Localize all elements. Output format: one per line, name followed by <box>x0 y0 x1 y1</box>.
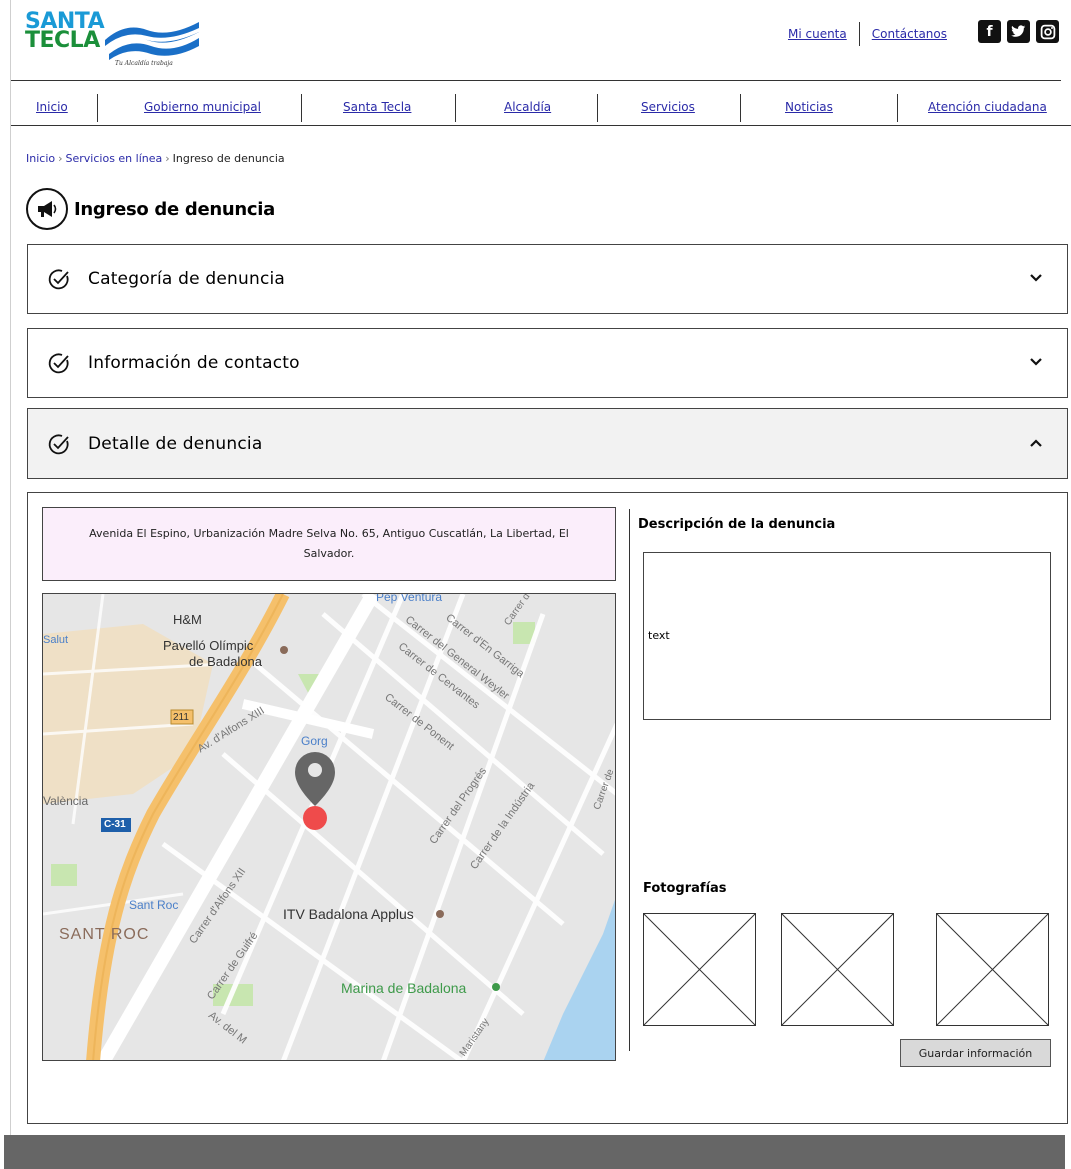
facebook-icon[interactable]: f <box>978 20 1001 43</box>
logo-line-2: TECLA <box>25 28 100 53</box>
accordion-categoria[interactable]: Categoría de denuncia <box>27 244 1068 314</box>
main-nav: Inicio Gobierno municipal Santa Tecla Al… <box>11 92 1071 122</box>
breadcrumb-servicios-en-linea[interactable]: Servicios en línea <box>66 152 163 165</box>
breadcrumb: Inicio › Servicios en línea › Ingreso de den… <box>26 152 285 165</box>
accordion-detalle-denuncia[interactable]: Detalle de denuncia <box>27 408 1068 479</box>
logo-tagline: Tu Alcaldía trabaja <box>115 60 173 67</box>
instagram-icon[interactable] <box>1036 20 1059 43</box>
divider <box>740 94 741 122</box>
map-label: ITV Badalona Applus <box>283 906 414 922</box>
my-account-link[interactable]: Mi cuenta <box>776 27 859 41</box>
accordion-label: Información de contacto <box>88 353 300 373</box>
map-label: Sant Roc <box>129 898 179 912</box>
photos-label: Fotografías <box>643 881 727 896</box>
nav-item-atencion-ciudadana[interactable]: Atención ciudadana <box>928 100 1047 114</box>
map-label: de Badalona <box>189 654 263 669</box>
breadcrumb-separator: › <box>58 152 63 165</box>
page-title: Ingreso de denuncia <box>74 198 276 220</box>
divider <box>629 509 630 1051</box>
santa-tecla-logo[interactable]: SANTA TECLA Tu Alcaldía trabaja <box>25 11 200 74</box>
save-button[interactable]: Guardar información <box>900 1039 1051 1067</box>
map-label: Pavelló Olímpic <box>163 638 254 653</box>
breadcrumb-current: Ingreso de denuncia <box>172 152 285 165</box>
breadcrumb-inicio[interactable]: Inicio <box>26 152 55 165</box>
map-label: 211 <box>173 712 189 723</box>
divider <box>597 94 598 122</box>
check-circle-icon <box>48 353 69 374</box>
logo-wordmark: SANTA TECLA <box>25 11 105 53</box>
nav-item-gobierno-municipal[interactable]: Gobierno municipal <box>144 100 261 114</box>
map-label: C-31 <box>104 819 126 830</box>
description-label: Descripción de la denuncia <box>638 517 836 532</box>
location-map[interactable]: Pep Ventura H&M Salut Pavelló Olímpic de… <box>42 593 616 1061</box>
nav-item-noticias[interactable]: Noticias <box>785 100 833 114</box>
map-label: SANT ROC <box>59 926 150 943</box>
map-label: Marina de Badalona <box>341 980 467 996</box>
page-header: Ingreso de denuncia <box>26 188 275 230</box>
footer <box>4 1135 1065 1169</box>
megaphone-icon <box>26 188 68 230</box>
photo-placeholder[interactable] <box>936 913 1049 1026</box>
map-label: Pep Ventura <box>376 593 443 604</box>
detail-panel: Avenida El Espino, Urbanización Madre Se… <box>27 492 1068 1124</box>
nav-item-servicios[interactable]: Servicios <box>641 100 695 114</box>
chevron-up-icon[interactable] <box>1029 436 1043 452</box>
top-links: Mi cuenta Contáctanos <box>776 22 959 46</box>
chevron-down-icon[interactable] <box>1029 271 1043 287</box>
photo-placeholder[interactable] <box>781 913 894 1026</box>
address-field[interactable]: Avenida El Espino, Urbanización Madre Se… <box>42 507 616 581</box>
divider <box>97 94 98 122</box>
breadcrumb-separator: › <box>165 152 170 165</box>
divider <box>11 80 1061 81</box>
nav-item-santa-tecla[interactable]: Santa Tecla <box>343 100 411 114</box>
nav-item-alcaldia[interactable]: Alcaldía <box>504 100 551 114</box>
map-label: Salut <box>43 634 69 646</box>
divider <box>455 94 456 122</box>
divider <box>301 94 302 122</box>
accordion-label: Categoría de denuncia <box>88 269 286 289</box>
accordion-label: Detalle de denuncia <box>88 433 263 454</box>
check-circle-icon <box>48 269 69 290</box>
description-textarea[interactable]: text <box>643 552 1051 720</box>
map-label: València <box>43 794 89 808</box>
check-circle-icon <box>48 434 69 454</box>
twitter-icon[interactable] <box>1007 20 1030 43</box>
map-label: Gorg <box>301 734 328 748</box>
map-canvas[interactable] <box>43 594 616 1061</box>
flag-icon <box>105 22 199 60</box>
accordion-informacion-contacto[interactable]: Información de contacto <box>27 328 1068 398</box>
photo-placeholder[interactable] <box>643 913 756 1026</box>
chevron-down-icon[interactable] <box>1029 355 1043 371</box>
contact-link[interactable]: Contáctanos <box>860 27 959 41</box>
nav-item-inicio[interactable]: Inicio <box>36 100 68 114</box>
social-links: f <box>978 20 1059 43</box>
divider <box>897 94 898 122</box>
page: SANTA TECLA Tu Alcaldía trabaja Mi cuent… <box>10 0 1071 1169</box>
map-label: H&M <box>173 612 202 627</box>
divider <box>11 125 1071 126</box>
